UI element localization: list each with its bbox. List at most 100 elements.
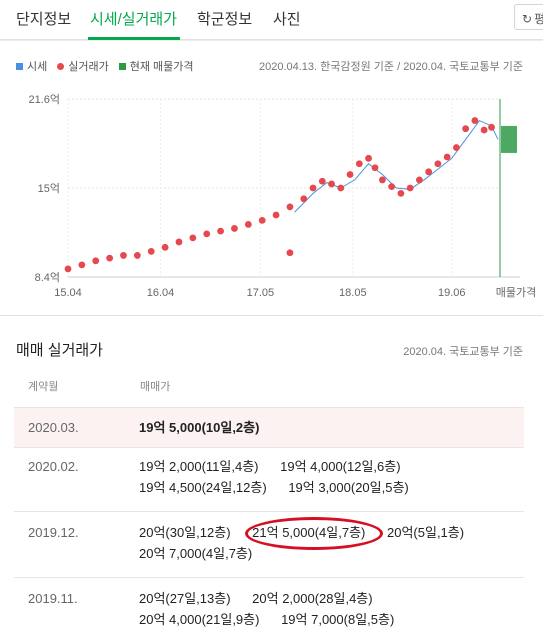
trade-point [120,252,127,259]
legend-swatch-listing-price [118,62,126,70]
column-header-month: 계약월 [28,381,59,393]
tab-price-trades[interactable]: 시세/실거래가 [90,8,177,29]
trade-point [328,180,335,188]
trade-point [244,221,252,228]
table-row: 2020.02. 19억 2,000(11일,4층) 19억 4,000(12일… [14,448,524,512]
trade-point [175,238,183,246]
trade-point [318,177,326,185]
trade-point [147,247,155,255]
listing-price-range [499,99,517,277]
x-tick-label: 17.05 [247,287,275,299]
trade-entry[interactable]: 19억 4,000(12일,6층) [280,459,400,474]
trade-entry[interactable]: 20억(5일,1층) [387,525,464,540]
trade-entry[interactable]: 19억 7,000(8일,5층) [281,612,394,627]
trade-entry[interactable]: 19억 2,000(11일,4층) [139,459,258,474]
trade-price-dots [64,117,495,273]
trade-point [425,168,433,176]
x-tick-label: 19.06 [438,287,466,299]
trade-point [231,225,238,232]
table-row: 2019.11. 20억(27일,13층) 20억 2,000(28일,4층) … [14,578,524,633]
trades-section-title: 매매 실거래가 [16,342,103,359]
trade-entry[interactable]: 20억 4,000(21일,9층) [139,612,259,627]
trade-point [258,216,266,224]
trade-point [452,144,460,151]
row-month: 2019.12. [28,525,79,540]
trade-point [92,257,100,265]
trade-point [217,227,224,235]
trade-point [415,176,423,184]
trade-point [355,160,363,168]
trade-point [462,125,470,133]
trade-point [300,195,308,203]
x-tick-label: 16.04 [147,287,175,299]
trade-point [443,153,451,161]
trade-point [397,189,405,197]
x-tick-label: 18.05 [339,287,367,299]
trade-point [309,184,317,192]
trade-point [346,171,354,178]
trade-point [434,160,442,168]
trade-point [272,211,280,219]
table-row: 2019.12. 20억(30일,12층) 21억 5,000(4일,7층) 2… [14,512,524,578]
trade-point [78,261,86,269]
y-tick-label: 21.6억 [28,93,60,106]
trade-entry-highlighted[interactable]: 21억 5,000(4일,7층) [252,525,365,540]
row-month: 2020.03. [28,420,79,435]
tab-complex-info[interactable]: 단지정보 [16,8,71,29]
chart-legend: 시세 실거래가 현재 매물가격 [16,58,204,74]
trade-entry[interactable]: 19억 5,000(10일,2층) [139,420,259,435]
y-tick-label: 15억 [38,182,60,195]
tab-school-info[interactable]: 학군정보 [197,8,252,29]
x-axis-labels: 15.04 16.04 17.05 18.05 19.06 매물가격 [54,286,536,299]
trade-point [379,176,386,184]
price-chart[interactable]: 21.6억 15억 8.4억 15.04 16.04 17.05 18.05 19.06 매물… [0,82,543,307]
trade-point [106,254,114,262]
row-deals: 19억 2,000(11일,4층) 19억 4,000(12일,6층) 19억 … [139,456,427,498]
trade-point [203,230,211,238]
market-price-line [294,119,499,213]
trade-point [388,183,396,191]
row-month: 2019.11. [28,591,78,606]
legend-item-market-price: 시세 [16,58,47,74]
chart-source-note: 2020.04.13. 한국감정원 기준 / 2020.04. 국토교통부 기준 [258,61,523,73]
legend-swatch-actual-trade [57,62,65,70]
legend-item-listing-price: 현재 매물가격 [118,58,194,74]
refresh-icon: ↻ [522,12,533,26]
trade-point [488,123,495,131]
table-row: 2020.03. 19억 5,000(10일,2층) [14,408,524,448]
section-divider [0,315,543,316]
row-deals: 19억 5,000(10일,2층) [139,417,277,438]
trade-entry[interactable]: 19억 4,500(24일,12층) [139,480,267,495]
trade-entry[interactable]: 20억(30일,12층) [139,525,231,540]
trade-entry[interactable]: 20억(27일,13층) [139,591,231,606]
trade-point [371,164,379,172]
trade-entry[interactable]: 20억 2,000(28일,4층) [252,591,372,606]
trade-point [286,203,294,211]
row-month: 2020.02. [28,459,79,474]
trade-point [161,243,169,251]
trade-point [365,154,372,162]
legend-item-actual-trade: 실거래가 [57,58,109,74]
trade-point [480,126,488,134]
chart-grid [67,98,520,278]
tab-bar-shadow [0,40,543,41]
trade-entry[interactable]: 19억 3,000(20일,5층) [288,480,408,495]
row-deals: 20억(30일,12층) 21억 5,000(4일,7층) 20억(5일,1층)… [139,522,482,564]
trade-point [64,265,72,273]
column-header-price: 매매가 [140,381,171,393]
trade-point [286,249,294,257]
trade-point [406,184,414,192]
tab-photos[interactable]: 사진 [273,8,301,29]
trade-point [189,234,197,242]
x-tick-label: 15.04 [54,287,82,299]
y-tick-label: 8.4억 [35,271,60,284]
trade-entry[interactable]: 20억 7,000(4일,7층) [139,546,252,561]
listing-price-bar [501,125,517,153]
area-unit-toggle-button[interactable]: ↻ 평 [514,4,543,30]
legend-swatch-market-price [16,62,23,70]
y-axis-labels: 21.6억 15억 8.4억 [28,93,60,284]
x-tick-label: 매물가격 [496,286,536,299]
market-price-series [294,119,499,213]
trade-point [471,117,479,124]
trades-source-note: 2020.04. 국토교통부 기준 [403,346,523,358]
